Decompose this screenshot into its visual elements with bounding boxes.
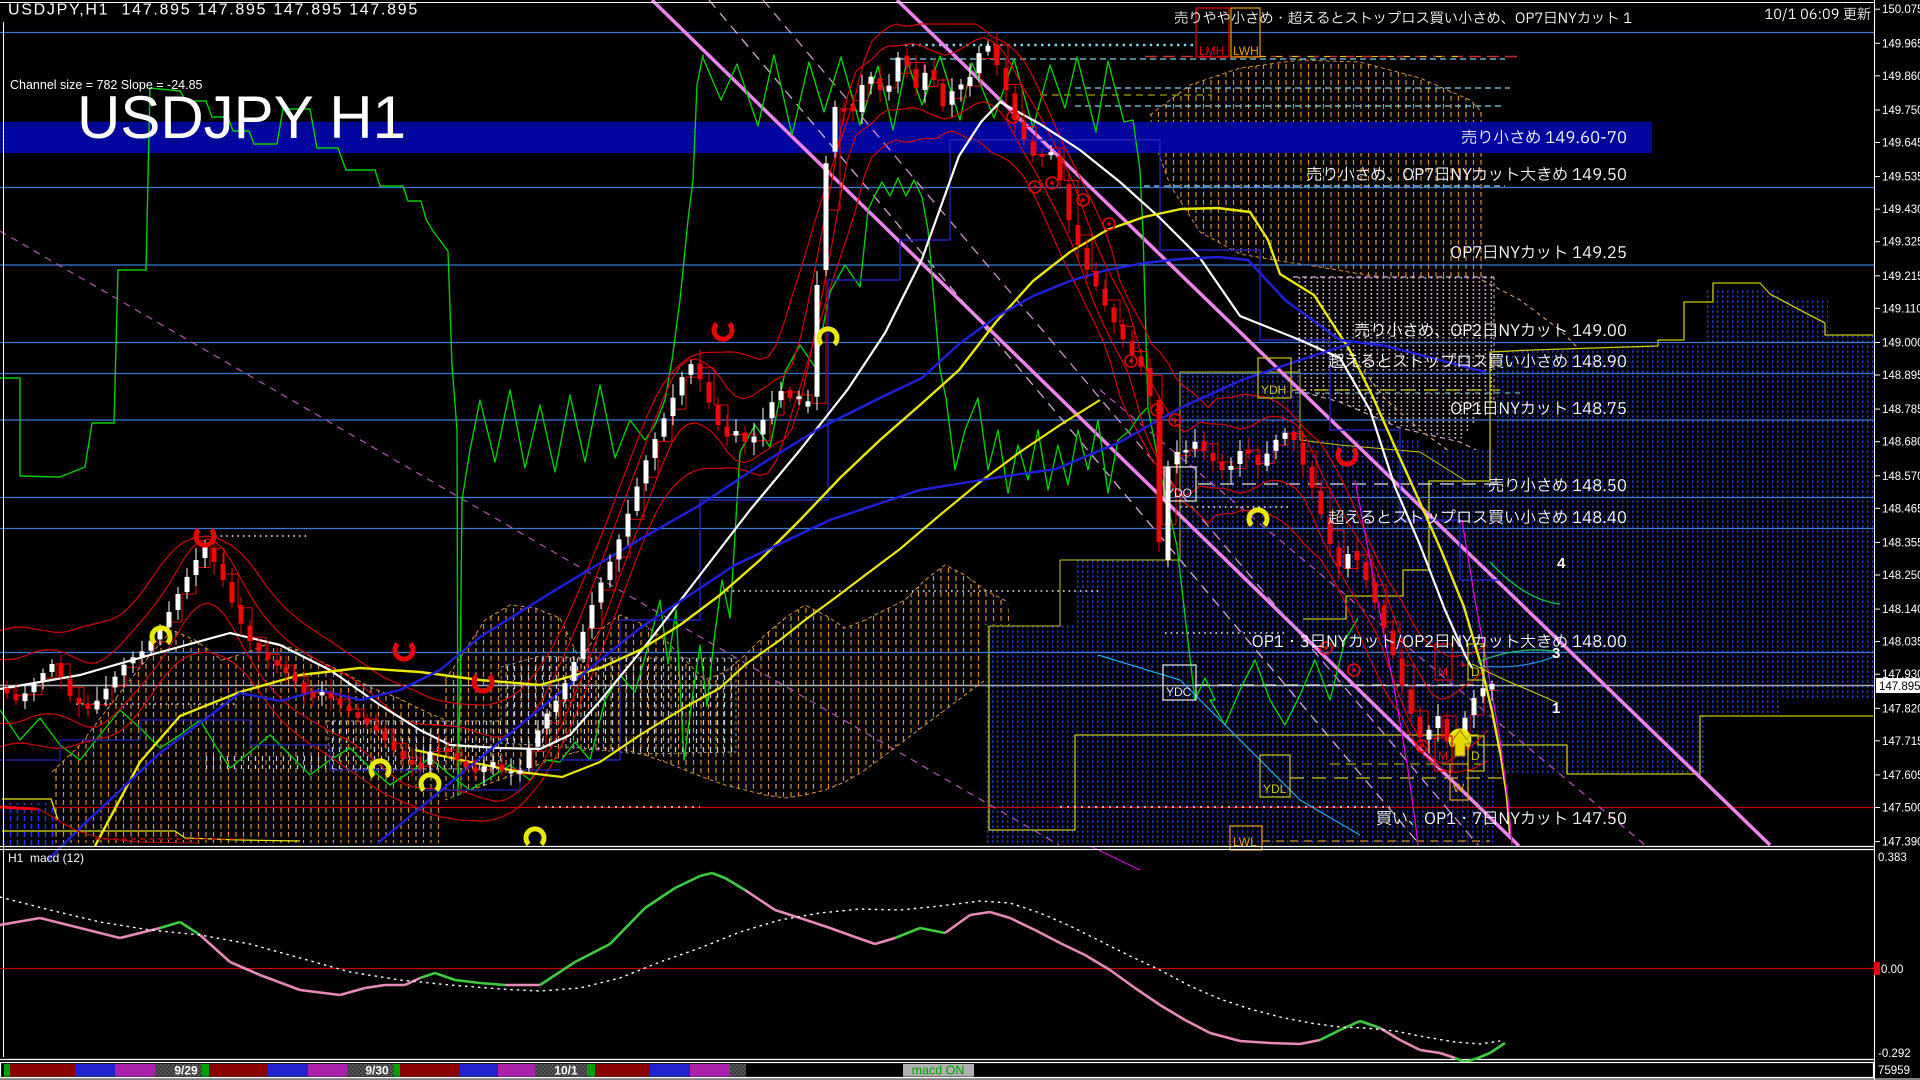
svg-text:147.820: 147.820 [1882,703,1920,715]
svg-text:-0.292: -0.292 [1878,1048,1911,1060]
svg-text:149.860: 149.860 [1882,71,1920,83]
svg-text:149.110: 149.110 [1882,303,1920,315]
svg-text:148.785: 148.785 [1882,404,1920,416]
svg-text:M: M [1438,665,1448,679]
svg-text:148.140: 148.140 [1882,604,1920,616]
svg-text:D: D [1471,665,1480,679]
svg-text:149.430: 149.430 [1882,204,1920,216]
svg-text:1: 1 [1552,700,1560,717]
svg-text:147.605: 147.605 [1882,770,1920,782]
svg-text:3: 3 [1552,645,1560,662]
svg-text:148.570: 148.570 [1882,471,1920,483]
svg-text:148.250: 148.250 [1882,570,1920,582]
svg-text:148.355: 148.355 [1882,537,1920,549]
svg-text:149.000: 149.000 [1882,338,1920,350]
svg-text:D: D [1471,749,1480,763]
svg-text:9/29: 9/29 [174,1064,198,1078]
svg-text:148.680: 148.680 [1882,437,1920,449]
svg-text:147.390: 147.390 [1882,837,1920,849]
svg-text:148.035: 148.035 [1882,637,1920,649]
svg-text:150.075: 150.075 [1882,4,1920,16]
svg-text:0.00: 0.00 [1881,964,1903,976]
svg-text:0.383: 0.383 [1878,852,1907,864]
svg-text:148.465: 148.465 [1882,503,1920,515]
svg-text:LWH: LWH [1233,44,1259,58]
svg-text:USDJPY H1: USDJPY H1 [77,84,406,151]
svg-text:YDL: YDL [1263,782,1287,796]
svg-text:148.895: 148.895 [1882,370,1920,382]
svg-text:149.645: 149.645 [1882,138,1920,150]
svg-text:149.215: 149.215 [1882,271,1920,283]
svg-text:147.500: 147.500 [1882,803,1920,815]
svg-text:YDH: YDH [1261,383,1286,397]
svg-text:147.715: 147.715 [1882,736,1920,748]
svg-text:147.895: 147.895 [1879,681,1920,693]
svg-text:YDC: YDC [1166,685,1192,699]
svg-text:USDJPY,H1 147.895 147.895 147: USDJPY,H1 147.895 147.895 147.895 147.89… [8,2,419,19]
svg-text:75959: 75959 [1878,1065,1910,1077]
svg-text:W: W [1453,781,1465,795]
svg-text:149.750: 149.750 [1882,105,1920,117]
svg-text:149.965: 149.965 [1882,38,1920,50]
svg-text:4: 4 [1557,555,1566,572]
svg-text:9/30: 9/30 [365,1064,389,1078]
svg-text:H1 macd (12): H1 macd (12) [8,851,84,865]
svg-text:149.535: 149.535 [1882,172,1920,184]
svg-text:149.325: 149.325 [1882,237,1920,249]
svg-text:macd ON: macd ON [912,1064,965,1078]
svg-text:LMH: LMH [1199,44,1224,58]
svg-text:M: M [1438,749,1448,763]
svg-text:YDO: YDO [1166,486,1192,500]
svg-text:10/1: 10/1 [554,1064,578,1078]
